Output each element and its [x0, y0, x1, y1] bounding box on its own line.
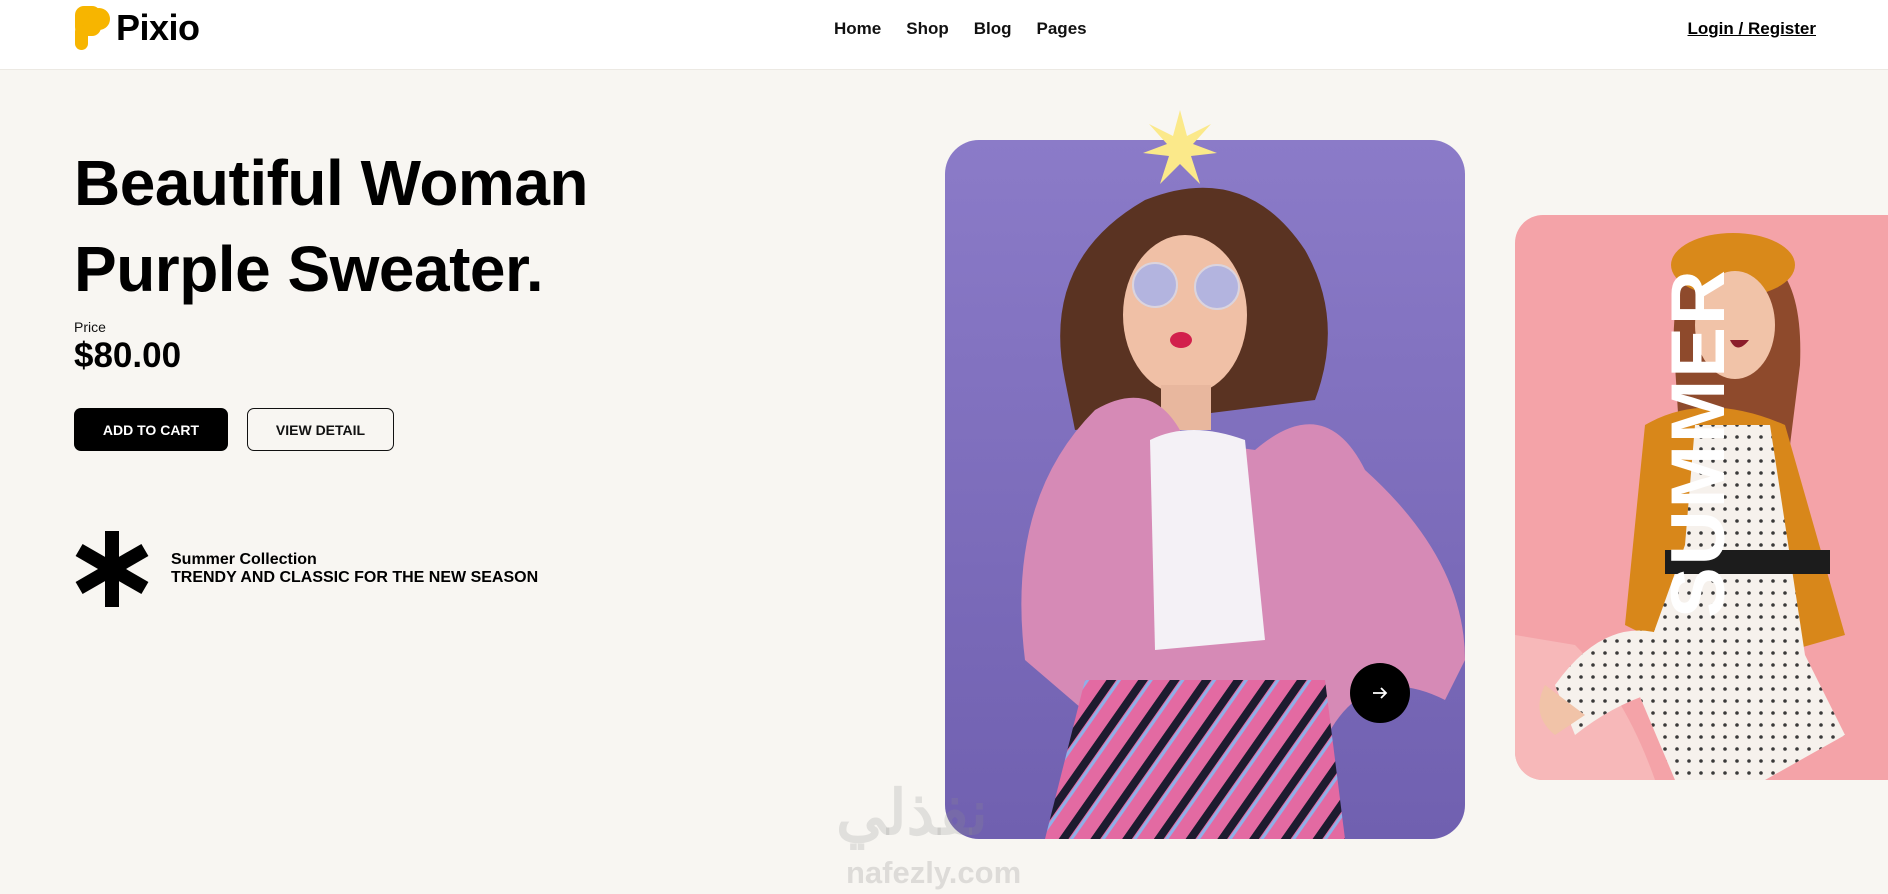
hero-title-line-1: Beautiful Woman [74, 147, 589, 219]
collection-title: Summer Collection [171, 551, 317, 568]
watermark-latin: nafezly.com [846, 855, 1022, 890]
hero-title-line-2: Purple Sweater. [74, 233, 544, 305]
site-header: Pixio Home Shop Blog Pages Login / Regis… [0, 0, 1888, 70]
summer-vertical-label: SUMMER [1656, 268, 1741, 618]
logo[interactable]: Pixio [74, 5, 200, 51]
nav-home[interactable]: Home [834, 19, 881, 39]
watermark-arabic: نفذلي [836, 779, 988, 848]
logo-mark-icon [75, 6, 110, 50]
nav-shop[interactable]: Shop [906, 19, 949, 39]
price-label: Price [74, 319, 106, 335]
brand-name: Pixio [116, 7, 200, 48]
asterisk-icon [75, 531, 149, 607]
next-slide-button[interactable] [1350, 663, 1410, 723]
view-detail-button[interactable]: VIEW DETAIL [247, 408, 394, 451]
price-value: $80.00 [74, 336, 182, 375]
main-product-slide[interactable] [945, 140, 1465, 839]
main-nav: Home Shop Blog Pages [834, 19, 1112, 39]
login-register-link[interactable]: Login / Register [1688, 19, 1816, 39]
arrow-right-icon [1373, 687, 1388, 699]
sparkle-star-icon [1143, 110, 1217, 184]
model-purple-sweater-image [945, 140, 1465, 839]
nav-blog[interactable]: Blog [974, 19, 1012, 39]
add-to-cart-button[interactable]: ADD TO CART [74, 408, 228, 451]
hero-title: Beautiful Woman Purple Sweater. [74, 140, 589, 312]
collection-subtitle: TRENDY AND CLASSIC FOR THE NEW SEASON [171, 569, 539, 586]
nav-pages[interactable]: Pages [1037, 19, 1087, 39]
